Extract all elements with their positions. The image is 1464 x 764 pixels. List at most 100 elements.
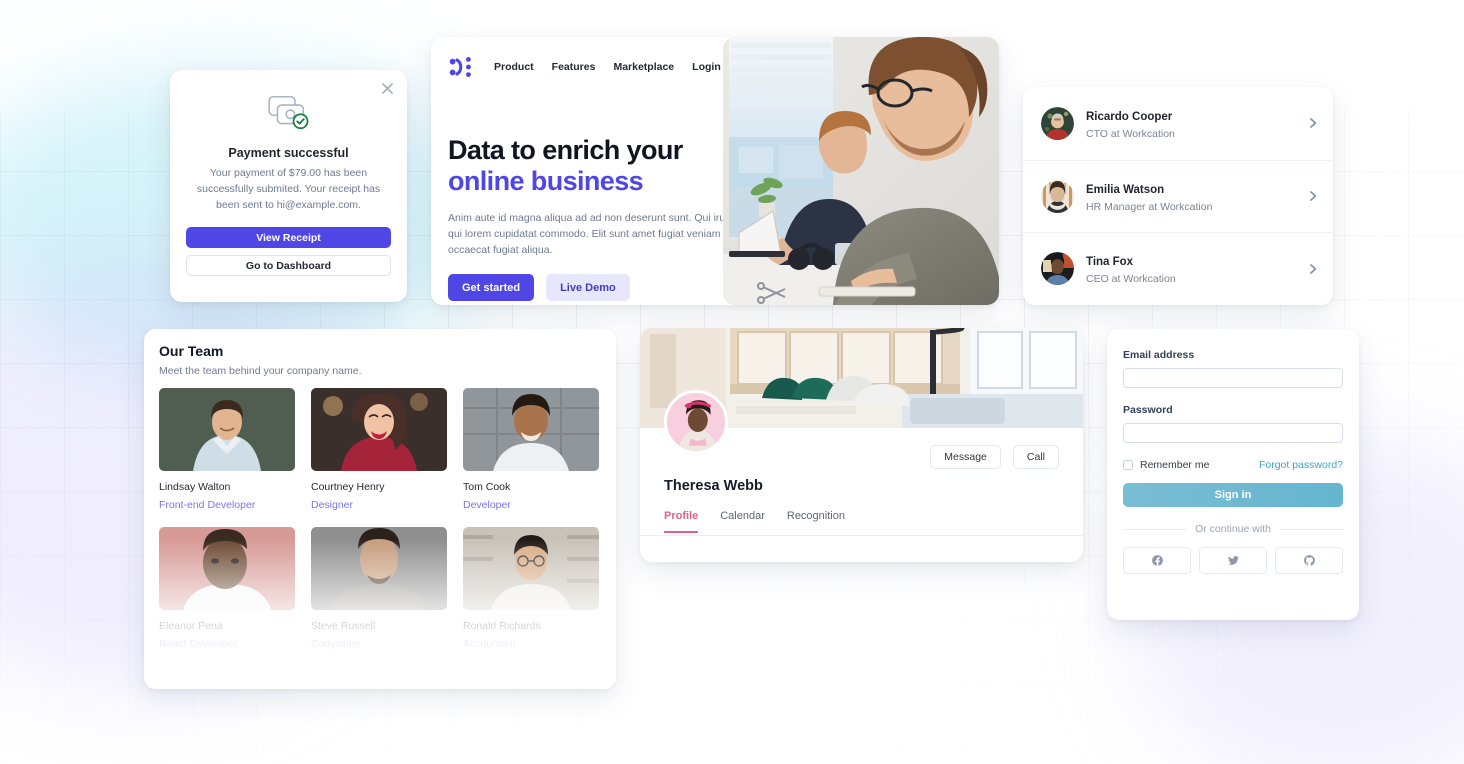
forgot-password-link[interactable]: Forgot password? bbox=[1259, 459, 1343, 471]
hero-actions: Get started Live Demo bbox=[448, 274, 748, 302]
contact-row[interactable]: Ricardo Cooper CTO at Workcation bbox=[1023, 87, 1333, 160]
team-member[interactable]: Tom Cook Developer bbox=[463, 388, 599, 511]
payment-actions: View Receipt Go to Dashboard bbox=[186, 227, 391, 277]
contact-name: Ricardo Cooper bbox=[1086, 110, 1173, 123]
chevron-right-icon[interactable] bbox=[1307, 117, 1319, 129]
team-title: Our Team bbox=[159, 343, 224, 359]
team-member-role: Front-end Developer bbox=[159, 499, 256, 511]
contact-role: CEO at Workcation bbox=[1086, 273, 1176, 286]
nav-item-product[interactable]: Product bbox=[494, 61, 534, 73]
contact-text: Tina Fox CEO at Workcation bbox=[1086, 252, 1295, 285]
remember-row: Remember me Forgot password? bbox=[1123, 459, 1343, 471]
contact-role: HR Manager at Workcation bbox=[1086, 200, 1213, 213]
chevron-right-icon[interactable] bbox=[1307, 190, 1319, 202]
team-member-photo bbox=[463, 388, 599, 471]
tabs-divider bbox=[640, 535, 1083, 536]
nav-item-marketplace[interactable]: Marketplace bbox=[613, 61, 674, 73]
facebook-icon[interactable] bbox=[1123, 547, 1191, 574]
hero-headline-line1: Data to enrich your bbox=[448, 135, 683, 165]
team-member[interactable]: Eleanor Pena React Developer bbox=[159, 527, 295, 650]
team-member[interactable]: Courtney Henry Designer bbox=[311, 388, 447, 511]
team-member-role: Accountant bbox=[463, 638, 516, 650]
contact-row[interactable]: Emilia Watson HR Manager at Workcation bbox=[1023, 159, 1333, 233]
remember-me-checkbox[interactable] bbox=[1123, 460, 1133, 470]
tab-profile[interactable]: Profile bbox=[664, 510, 699, 533]
get-started-button[interactable]: Get started bbox=[448, 274, 535, 302]
hero-headline: Data to enrich your online business bbox=[448, 135, 748, 198]
hero-headline-line2: online business bbox=[448, 166, 644, 197]
password-field[interactable] bbox=[1123, 423, 1343, 443]
profile-tabs: Profile Calendar Recognition bbox=[664, 510, 845, 533]
dots-logo-icon[interactable] bbox=[448, 54, 476, 80]
page-root: Payment successful Your payment of $79.0… bbox=[0, 0, 1464, 764]
payment-body: Your payment of $79.00 has been successf… bbox=[196, 167, 381, 211]
or-continue-label: Or continue with bbox=[1195, 523, 1271, 535]
team-member-name: Courtney Henry bbox=[311, 481, 385, 493]
team-subtitle: Meet the team behind your company name. bbox=[159, 365, 362, 377]
sign-in-button[interactable]: Sign in bbox=[1123, 483, 1343, 507]
message-button[interactable]: Message bbox=[930, 445, 1001, 469]
team-member[interactable]: Lindsay Walton Front-end Developer bbox=[159, 388, 295, 511]
team-member-photo bbox=[159, 527, 295, 610]
avatar bbox=[1041, 106, 1074, 140]
hero-image bbox=[723, 37, 999, 305]
team-member[interactable]: Ronald Richards Accountant bbox=[463, 527, 599, 650]
contact-list-card: Ricardo Cooper CTO at Workcation Emilia … bbox=[1023, 87, 1333, 305]
contact-row[interactable]: Tina Fox CEO at Workcation bbox=[1023, 232, 1333, 305]
card-check-icon bbox=[265, 92, 313, 132]
team-member-role: Copywriter bbox=[311, 638, 362, 650]
team-member-role: Developer bbox=[463, 499, 511, 511]
chevron-right-icon[interactable] bbox=[1307, 263, 1319, 275]
email-field[interactable] bbox=[1123, 368, 1343, 388]
view-receipt-button[interactable]: View Receipt bbox=[186, 227, 391, 249]
signin-card: Email address Password Remember me Forgo… bbox=[1107, 329, 1359, 620]
team-card: Our Team Meet the team behind your compa… bbox=[144, 329, 616, 689]
team-grid: Lindsay Walton Front-end Developer Court… bbox=[159, 388, 603, 650]
go-to-dashboard-button[interactable]: Go to Dashboard bbox=[186, 255, 391, 277]
avatar bbox=[1041, 252, 1074, 286]
hero-navbar: Product Features Marketplace Login bbox=[448, 54, 721, 80]
divider-line-left bbox=[1123, 528, 1187, 530]
password-label: Password bbox=[1123, 404, 1173, 416]
profile-name: Theresa Webb bbox=[664, 478, 763, 494]
tab-calendar[interactable]: Calendar bbox=[720, 510, 765, 533]
hero-paragraph: Anim aute id magna aliqua ad ad non dese… bbox=[448, 211, 735, 257]
profile-avatar[interactable] bbox=[664, 390, 728, 454]
payment-title: Payment successful bbox=[228, 146, 349, 160]
github-icon[interactable] bbox=[1275, 547, 1343, 574]
divider-line-right bbox=[1279, 528, 1343, 530]
team-member-photo bbox=[311, 388, 447, 471]
team-member-role: Designer bbox=[311, 499, 354, 511]
payment-success-modal: Payment successful Your payment of $79.0… bbox=[170, 70, 407, 302]
contact-name: Emilia Watson bbox=[1086, 183, 1165, 196]
or-divider: Or continue with bbox=[1123, 523, 1343, 535]
profile-actions: Message Call bbox=[930, 445, 1059, 469]
live-demo-button[interactable]: Live Demo bbox=[546, 274, 630, 302]
team-member-name: Steve Russell bbox=[311, 620, 376, 632]
remember-group: Remember me bbox=[1123, 459, 1209, 471]
team-member-role: React Developer bbox=[159, 638, 238, 650]
team-member-photo bbox=[159, 388, 295, 471]
hero-copy: Data to enrich your online business Anim… bbox=[448, 135, 748, 302]
call-button[interactable]: Call bbox=[1012, 445, 1059, 469]
team-member-photo bbox=[463, 527, 599, 610]
team-member-name: Eleanor Pena bbox=[159, 620, 223, 632]
contact-name: Tina Fox bbox=[1086, 256, 1134, 269]
nav-item-features[interactable]: Features bbox=[552, 61, 596, 73]
team-member[interactable]: Steve Russell Copywriter bbox=[311, 527, 447, 650]
team-member-name: Ronald Richards bbox=[463, 620, 541, 632]
team-member-photo bbox=[311, 527, 447, 610]
tab-recognition[interactable]: Recognition bbox=[787, 510, 845, 533]
signin-form: Email address Password Remember me Forgo… bbox=[1107, 329, 1359, 574]
contact-role: CTO at Workcation bbox=[1086, 127, 1175, 140]
email-label: Email address bbox=[1123, 349, 1195, 361]
twitter-icon[interactable] bbox=[1199, 547, 1267, 574]
profile-card: Message Call Theresa Webb Profile Calend… bbox=[640, 328, 1083, 562]
close-icon[interactable] bbox=[377, 78, 397, 98]
contact-text: Emilia Watson HR Manager at Workcation bbox=[1086, 180, 1295, 213]
team-member-name: Tom Cook bbox=[463, 481, 511, 493]
hero-card: Product Features Marketplace Login Data … bbox=[431, 37, 999, 305]
remember-me-label: Remember me bbox=[1140, 459, 1210, 471]
nav-item-login[interactable]: Login bbox=[692, 61, 721, 73]
avatar bbox=[1041, 179, 1074, 213]
